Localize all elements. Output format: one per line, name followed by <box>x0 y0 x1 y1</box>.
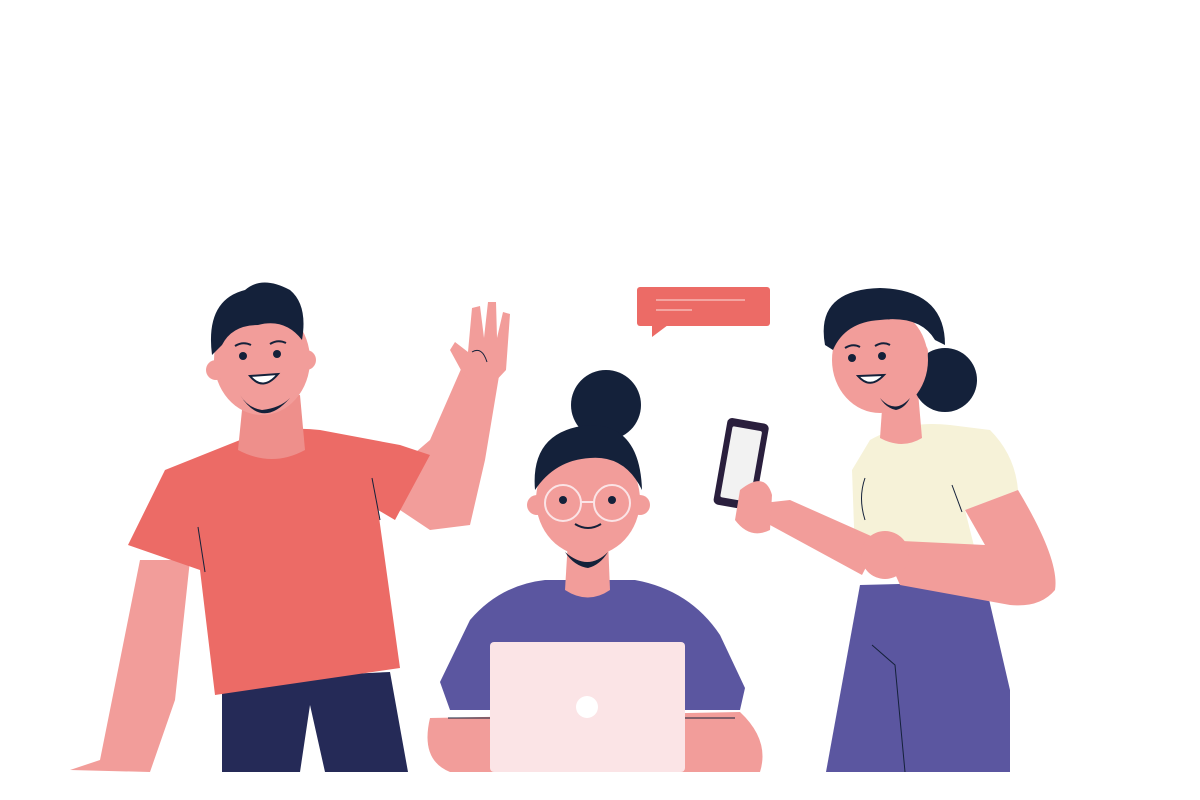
chat-bubble-icon <box>637 287 770 337</box>
team-illustration <box>70 282 1056 773</box>
illustration-scene <box>0 0 1200 800</box>
woman-phone-figure <box>713 288 1056 773</box>
laptop-logo-icon <box>576 696 598 718</box>
man-figure <box>70 282 510 772</box>
